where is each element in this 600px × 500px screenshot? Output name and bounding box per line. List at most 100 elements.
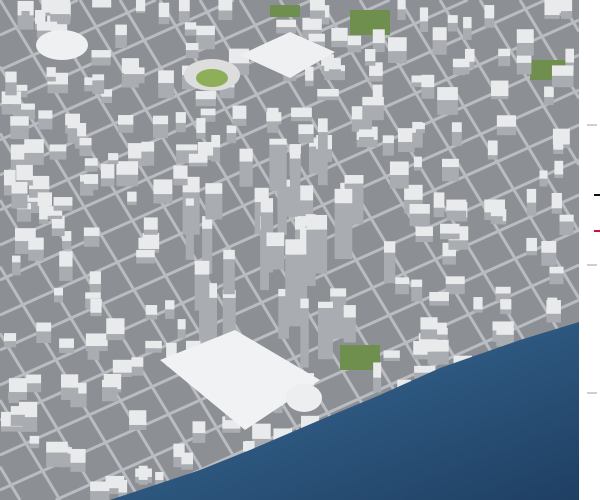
building	[152, 115, 169, 139]
building	[395, 277, 409, 295]
building	[446, 199, 467, 221]
building	[551, 65, 574, 88]
building	[306, 214, 328, 274]
slide-marker-4[interactable]	[587, 264, 597, 266]
building	[153, 179, 173, 204]
building	[92, 0, 112, 8]
building	[559, 214, 574, 236]
building	[223, 249, 235, 295]
building	[59, 251, 73, 281]
building	[546, 300, 561, 323]
building	[118, 115, 134, 133]
building	[11, 181, 28, 209]
building	[415, 226, 433, 243]
building	[440, 223, 460, 240]
building	[437, 327, 448, 339]
building	[192, 421, 206, 443]
slide-marker-3-accent[interactable]	[594, 230, 600, 232]
building	[60, 374, 79, 400]
building	[79, 137, 92, 157]
building	[24, 139, 44, 166]
building	[92, 74, 105, 94]
building	[317, 301, 333, 360]
building	[309, 0, 325, 19]
building	[50, 0, 71, 25]
building	[382, 135, 394, 156]
building	[145, 340, 162, 353]
building	[116, 161, 139, 187]
slide-marker-2-active[interactable]	[594, 194, 600, 196]
building	[496, 115, 517, 136]
building	[89, 271, 101, 293]
building	[108, 153, 119, 164]
building	[347, 35, 362, 53]
stadium-field	[196, 69, 228, 87]
building	[473, 297, 483, 313]
building	[358, 129, 374, 146]
building	[59, 338, 74, 354]
building	[317, 88, 339, 101]
building	[498, 48, 511, 67]
building	[184, 22, 197, 36]
building	[26, 374, 42, 393]
building	[177, 319, 186, 339]
building	[372, 29, 385, 53]
building	[549, 266, 564, 285]
building	[388, 37, 407, 63]
building	[329, 57, 341, 77]
slide-marker-5[interactable]	[587, 392, 597, 394]
building	[136, 249, 155, 264]
building	[165, 300, 175, 319]
building	[541, 241, 557, 266]
building	[427, 339, 449, 365]
building	[451, 122, 462, 146]
building	[526, 237, 537, 256]
building	[185, 43, 199, 59]
building	[490, 208, 503, 224]
building	[3, 333, 17, 348]
building	[416, 122, 425, 134]
building	[127, 191, 137, 206]
building	[305, 66, 314, 87]
building	[188, 153, 208, 167]
building	[158, 2, 170, 25]
building	[554, 160, 564, 179]
building	[445, 276, 465, 295]
building	[551, 192, 562, 214]
building	[398, 128, 415, 153]
building	[266, 112, 282, 125]
building	[432, 27, 447, 55]
building	[343, 305, 356, 343]
building	[539, 170, 548, 187]
building	[447, 15, 458, 32]
building	[135, 0, 146, 14]
building	[46, 441, 68, 467]
building	[54, 287, 64, 303]
building	[39, 205, 49, 224]
building	[129, 410, 147, 430]
building	[194, 260, 210, 311]
building	[84, 158, 98, 172]
building	[181, 452, 194, 470]
slide-marker-1[interactable]	[587, 124, 597, 126]
building	[106, 318, 125, 341]
building	[331, 27, 348, 48]
building	[91, 50, 111, 66]
building	[10, 116, 29, 140]
building	[300, 298, 309, 368]
building	[21, 2, 30, 26]
building	[49, 144, 67, 160]
building	[437, 87, 458, 115]
building	[123, 67, 145, 84]
building	[383, 241, 396, 284]
building	[420, 317, 438, 340]
building	[526, 188, 537, 216]
building	[90, 481, 110, 500]
building	[226, 125, 237, 144]
building	[67, 120, 78, 144]
building	[397, 0, 406, 21]
building	[85, 333, 108, 352]
building	[178, 0, 190, 23]
building	[145, 305, 158, 320]
building	[141, 141, 155, 166]
